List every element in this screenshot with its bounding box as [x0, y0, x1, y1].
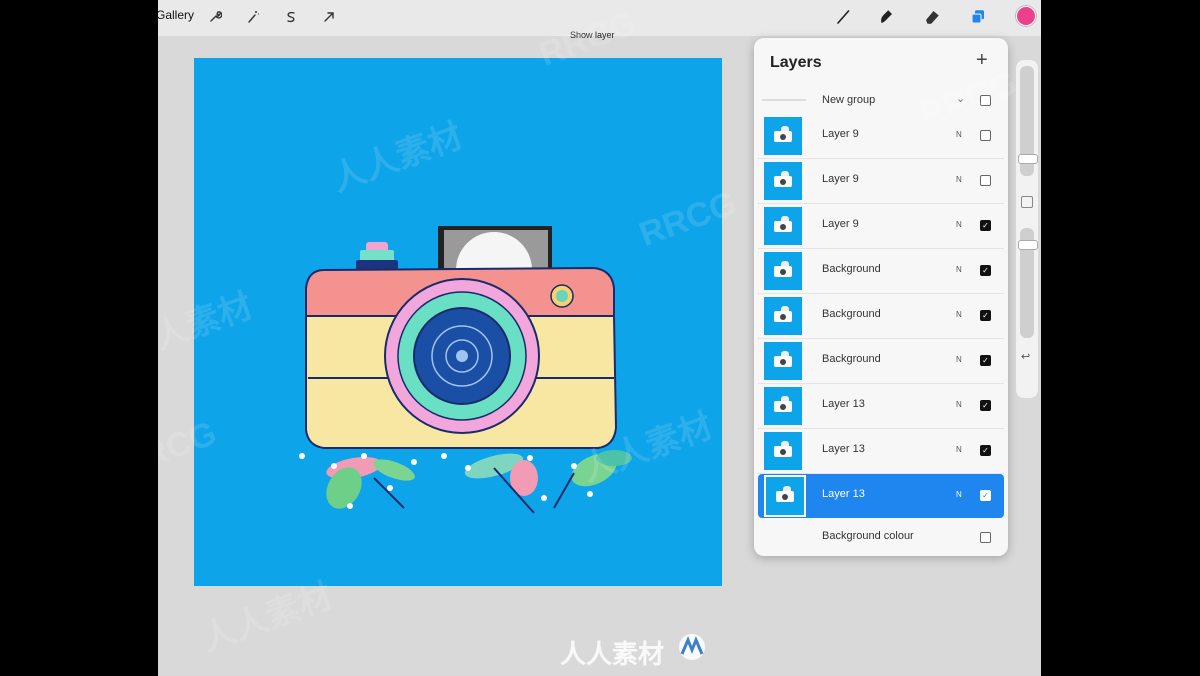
- undo-icon[interactable]: ↩: [1021, 350, 1030, 363]
- group-name: New group: [822, 94, 876, 106]
- blend-mode-button[interactable]: N: [956, 355, 962, 364]
- brush-icon[interactable]: [832, 5, 856, 29]
- layer-name: Layer 13: [822, 398, 865, 410]
- layer-visibility-checkbox[interactable]: ✓: [980, 400, 991, 411]
- layer-row[interactable]: Layer 9 N ✓: [758, 204, 1004, 249]
- layers-panel-title: Layers: [770, 54, 822, 71]
- layers-panel: Layers + New group ⌄ Layer 9 N Layer 9 N…: [754, 38, 1008, 556]
- layer-thumbnail: [764, 117, 802, 155]
- top-toolbar: Gallery Show layer: [158, 0, 1041, 40]
- layers-icon[interactable]: [966, 5, 990, 29]
- magic-wand-icon[interactable]: [242, 6, 264, 28]
- opacity-thumb[interactable]: [1018, 240, 1038, 250]
- transform-icon[interactable]: [318, 6, 340, 28]
- background-colour-label[interactable]: Background colour: [822, 530, 914, 542]
- layer-thumbnail: [764, 162, 802, 200]
- selection-icon[interactable]: [280, 6, 302, 28]
- brush-size-thumb[interactable]: [1018, 154, 1038, 164]
- watermark-logo-icon: [679, 634, 705, 660]
- layer-visibility-checkbox[interactable]: ✓: [980, 355, 991, 366]
- group-thumbnail: [762, 99, 806, 101]
- layer-row[interactable]: Layer 13 N ✓: [758, 429, 1004, 474]
- brush-size-sidebar: ↩: [1016, 60, 1038, 398]
- layer-name: Layer 13: [822, 443, 865, 455]
- layer-name: Layer 13: [822, 488, 865, 500]
- add-layer-button[interactable]: +: [976, 50, 988, 70]
- background-colour-checkbox[interactable]: [980, 532, 991, 543]
- smudge-icon[interactable]: [874, 5, 898, 29]
- group-visibility-checkbox[interactable]: [980, 95, 991, 106]
- blend-mode-button[interactable]: N: [956, 490, 962, 499]
- layer-visibility-checkbox[interactable]: ✓: [980, 490, 991, 501]
- layer-row[interactable]: Layer 9 N: [758, 114, 1004, 159]
- drawing-canvas[interactable]: [194, 58, 722, 586]
- layer-thumbnail: [764, 432, 802, 470]
- layer-row-selected[interactable]: Layer 13 N ✓: [758, 474, 1004, 518]
- camera-illustration: [299, 226, 632, 514]
- color-picker-button[interactable]: [1016, 6, 1036, 26]
- wrench-icon[interactable]: [204, 6, 226, 28]
- layer-thumbnail: [764, 475, 806, 517]
- layer-name: Background: [822, 263, 881, 275]
- layer-visibility-checkbox[interactable]: ✓: [980, 310, 991, 321]
- show-layer-tooltip: Show layer: [570, 30, 615, 40]
- blend-mode-button[interactable]: N: [956, 310, 962, 319]
- layer-thumbnail: [764, 387, 802, 425]
- blend-mode-button[interactable]: N: [956, 175, 962, 184]
- layer-row[interactable]: Background N ✓: [758, 249, 1004, 294]
- layer-visibility-checkbox[interactable]: [980, 175, 991, 186]
- layer-name: Layer 9: [822, 173, 859, 185]
- layer-row[interactable]: Layer 13 N ✓: [758, 384, 1004, 429]
- layer-visibility-checkbox[interactable]: ✓: [980, 265, 991, 276]
- layer-visibility-checkbox[interactable]: ✓: [980, 220, 991, 231]
- layer-visibility-checkbox[interactable]: [980, 130, 991, 141]
- layer-row[interactable]: Background N ✓: [758, 339, 1004, 384]
- layer-name: Background: [822, 308, 881, 320]
- layer-thumbnail: [764, 342, 802, 380]
- layer-group-row[interactable]: New group ⌄: [754, 90, 1008, 110]
- layer-name: Layer 9: [822, 128, 859, 140]
- layer-thumbnail: [764, 297, 802, 335]
- blend-mode-button[interactable]: N: [956, 220, 962, 229]
- layer-visibility-checkbox[interactable]: ✓: [980, 445, 991, 456]
- layer-name: Background: [822, 353, 881, 365]
- layer-thumbnail: [764, 207, 802, 245]
- layer-name: Layer 9: [822, 218, 859, 230]
- procreate-app: Gallery Show layer ↩ Layers + New group …: [158, 0, 1041, 676]
- blend-mode-button[interactable]: N: [956, 400, 962, 409]
- blend-mode-button[interactable]: N: [956, 265, 962, 274]
- layer-row[interactable]: Background N ✓: [758, 294, 1004, 339]
- blend-mode-button[interactable]: N: [956, 445, 962, 454]
- layer-row[interactable]: Layer 9 N: [758, 159, 1004, 204]
- layer-thumbnail: [764, 252, 802, 290]
- gallery-button[interactable]: Gallery: [158, 8, 194, 22]
- modify-button[interactable]: [1021, 196, 1033, 208]
- chevron-down-icon[interactable]: ⌄: [956, 92, 965, 105]
- eraser-icon[interactable]: [920, 5, 944, 29]
- watermark-logo-text: 人人素材: [560, 639, 665, 669]
- blend-mode-button[interactable]: N: [956, 130, 962, 139]
